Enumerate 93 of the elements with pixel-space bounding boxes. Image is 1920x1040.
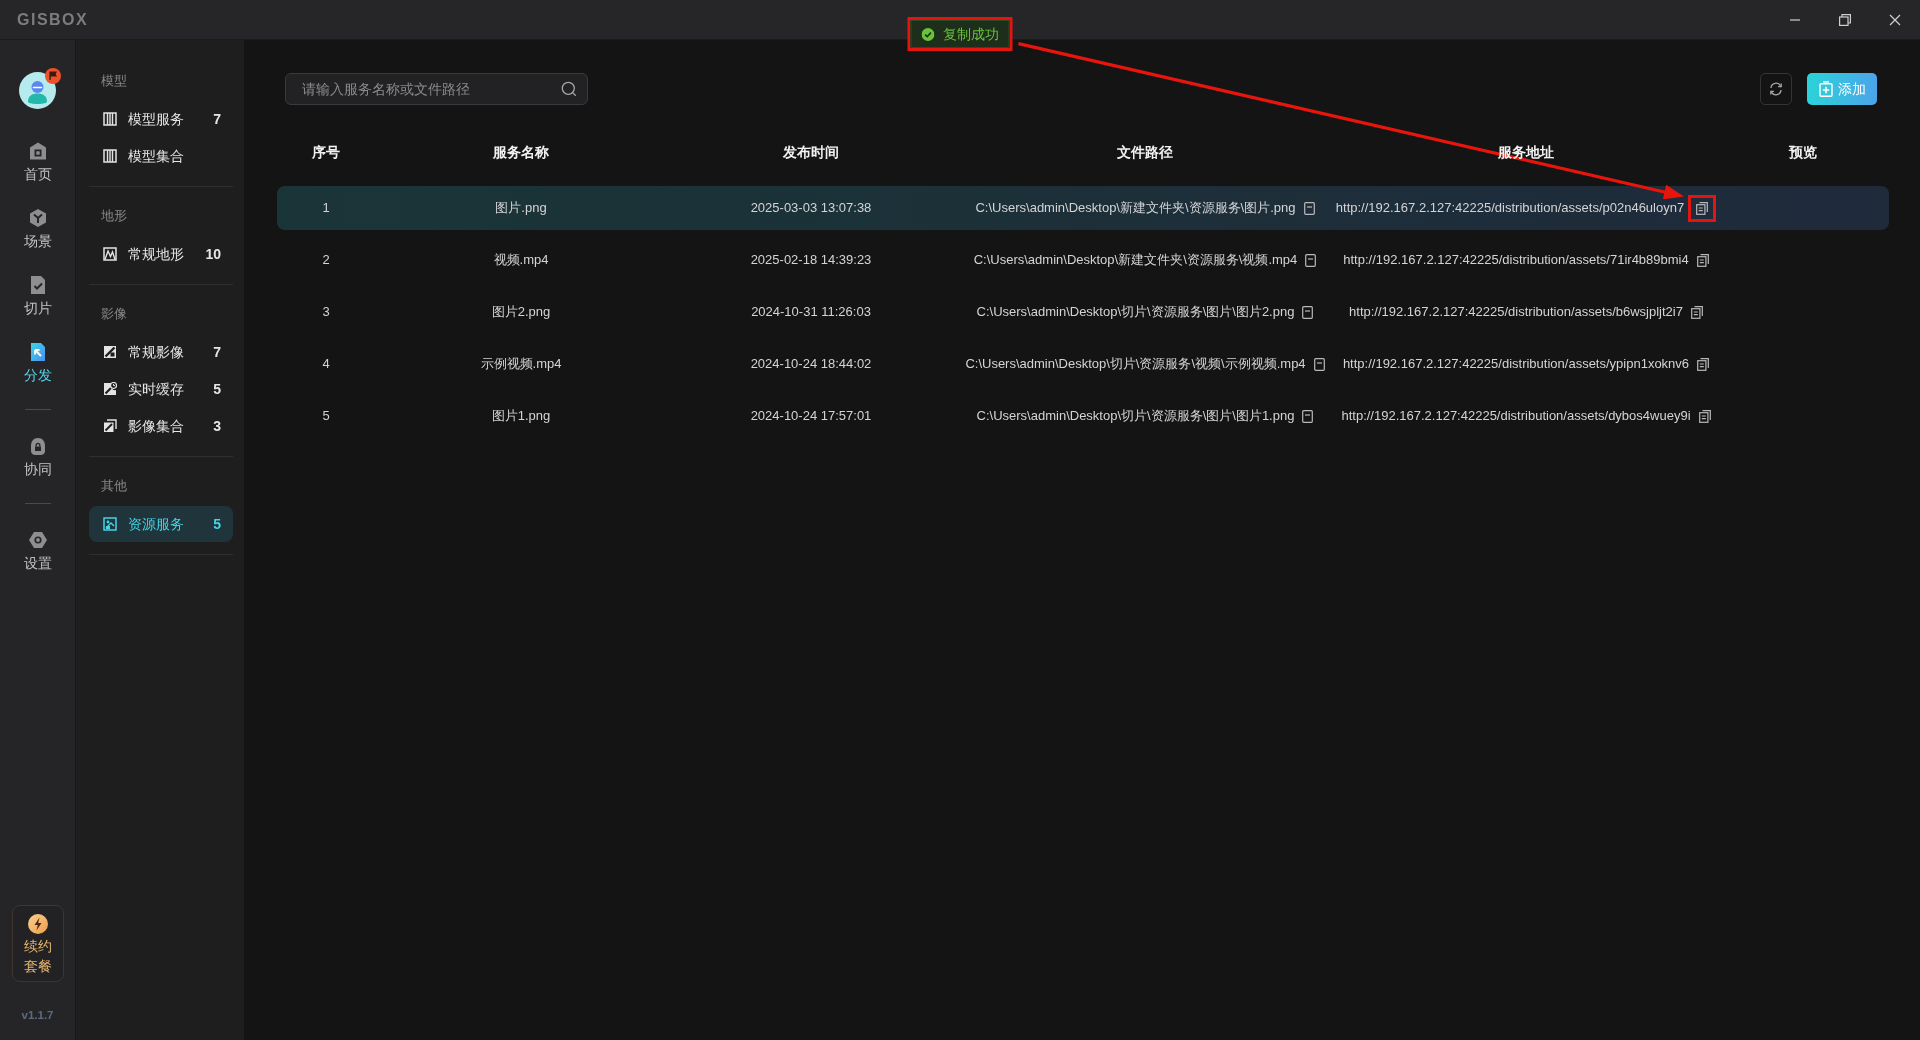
service-name: 图片.png: [495, 199, 547, 218]
item-count: 7: [213, 342, 221, 362]
item-count: 7: [213, 109, 221, 129]
row-number: 2: [322, 251, 330, 270]
item-count: 5: [213, 514, 221, 534]
app-logo: GISBOX: [17, 9, 89, 30]
item-count: 10: [205, 244, 221, 264]
sidebar-item[interactable]: 实时缓存 5: [89, 371, 233, 407]
service-url: http://192.167.2.127:42225/distribution/assets/ypipn1xoknv6: [1342, 355, 1690, 374]
publish-time: 2025-03-03 13:07:38: [750, 199, 872, 218]
file-path: C:\Users\admin\Desktop\切片\资源服务\图片\图片1.png: [976, 407, 1295, 426]
document-icon[interactable]: [1302, 305, 1314, 319]
publish-time: 2024-10-24 17:57:01: [750, 407, 872, 426]
column-header: 文件路径: [1117, 143, 1173, 162]
home-icon: [27, 141, 48, 161]
image-icon: [103, 345, 117, 359]
document-icon[interactable]: [1305, 253, 1317, 267]
toast-text: 复制成功: [942, 24, 999, 44]
service-name: 图片1.png: [491, 407, 551, 426]
table-row[interactable]: 3 图片2.png 2024-10-31 11:26:03 C:\Users\admin\Desktop\切片\资源服务\图片\图片2.png http://192.167.2.127:42225/distribution/assets/b6wsjpljt2i7: [277, 290, 1889, 334]
copy-icon[interactable]: [1696, 201, 1709, 215]
row-number: 1: [322, 199, 330, 218]
picture-frame-icon: [103, 517, 117, 531]
rail-nav-item[interactable]: 分发: [7, 342, 68, 385]
publish-time: 2024-10-24 18:44:02: [750, 355, 872, 374]
rail-nav-item[interactable]: 场景: [7, 208, 68, 251]
item-count: 5: [213, 379, 221, 399]
bars-icon: [103, 149, 117, 163]
copy-icon[interactable]: [1697, 357, 1710, 371]
document-icon[interactable]: [1303, 201, 1315, 215]
copy-icon[interactable]: [1698, 409, 1711, 423]
sidebar-item[interactable]: 模型集合: [89, 138, 233, 174]
row-number: 5: [322, 407, 330, 426]
file-path: C:\Users\admin\Desktop\切片\资源服务\视频\示例视频.mp4: [965, 355, 1306, 374]
copy-icon[interactable]: [1696, 253, 1709, 267]
column-header: 序号: [312, 143, 340, 162]
section-title: 模型: [100, 73, 128, 90]
sidebar-item[interactable]: 常规影像 7: [89, 334, 233, 370]
table-row[interactable]: 2 视频.mp4 2025-02-18 14:39:23 C:\Users\admin\Desktop\新建文件夹\资源服务\视频.mp4 http://192.167.2.127:42225/distribution/assets/71ir4b89bmi4: [277, 238, 1889, 282]
stacked-images-icon: [103, 419, 117, 433]
section-title: 影像: [100, 306, 128, 323]
column-header: 服务名称: [493, 143, 549, 162]
table-row[interactable]: 1 图片.png 2025-03-03 13:07:38 C:\Users\admin\Desktop\新建文件夹\资源服务\图片.png http://192.167.2.127:42225/distribution/assets/p02n46uloyn7: [277, 186, 1889, 230]
sidebar-item[interactable]: 资源服务 5: [89, 506, 233, 542]
table-row[interactable]: 4 示例视频.mp4 2024-10-24 18:44:02 C:\Users\admin\Desktop\切片\资源服务\视频\示例视频.mp4 http://192.167.2.127:42225/distribution/assets/ypipn1xoknv6: [277, 342, 1889, 386]
document-icon[interactable]: [1313, 357, 1325, 371]
image-clock-icon: [103, 382, 117, 396]
service-name: 视频.mp4: [493, 251, 549, 270]
rail-nav-item[interactable]: 协同: [7, 436, 68, 479]
table-row[interactable]: 5 图片1.png 2024-10-24 17:57:01 C:\Users\admin\Desktop\切片\资源服务\图片\图片1.png http://192.167.2.127:42225/distribution/assets/dybos4wuey9i: [277, 394, 1889, 438]
restore-icon: [1839, 13, 1851, 26]
rail-nav-item[interactable]: 设置: [7, 530, 68, 573]
service-name: 示例视频.mp4: [480, 355, 562, 374]
row-number: 3: [322, 303, 330, 322]
row-number: 4: [322, 355, 330, 374]
close-icon: [1889, 13, 1901, 26]
item-count: 3: [213, 416, 221, 436]
copy-icon[interactable]: [1690, 305, 1703, 319]
publish-time: 2024-10-31 11:26:03: [751, 303, 871, 322]
sidebar-item[interactable]: 常规地形 10: [89, 236, 233, 272]
lightning-icon: [27, 914, 48, 934]
document-icon[interactable]: [1302, 409, 1314, 423]
section-title: 其他: [100, 478, 128, 495]
refresh-icon: [1769, 82, 1783, 96]
check-circle-icon: [921, 27, 935, 41]
sidebar-item[interactable]: 影像集合 3: [89, 408, 233, 444]
file-path: C:\Users\admin\Desktop\切片\资源服务\图片\图片2.png: [976, 303, 1295, 322]
service-url: http://192.167.2.127:42225/distribution/assets/dybos4wuey9i: [1341, 407, 1691, 426]
sidebar-item[interactable]: 模型服务 7: [89, 101, 233, 137]
section-title: 地形: [100, 208, 128, 225]
file-path: C:\Users\admin\Desktop\新建文件夹\资源服务\图片.png: [975, 199, 1296, 218]
refresh-button[interactable]: [1760, 73, 1792, 105]
search-icon[interactable]: [561, 81, 577, 97]
search-field[interactable]: 请输入服务名称或文件路径: [285, 73, 588, 105]
version-label: v1.1.7: [21, 1008, 54, 1023]
rail-nav-item[interactable]: 首页: [7, 141, 68, 184]
file-path: C:\Users\admin\Desktop\新建文件夹\资源服务\视频.mp4: [973, 251, 1298, 270]
service-name: 图片2.png: [491, 303, 551, 322]
column-header: 预览: [1789, 143, 1817, 162]
clipboard-plus-icon: [1818, 81, 1833, 97]
rail-nav-item[interactable]: 切片: [7, 275, 68, 318]
service-url: http://192.167.2.127:42225/distribution/assets/b6wsjpljt2i7: [1349, 303, 1683, 322]
column-header: 发布时间: [783, 143, 839, 162]
mountain-icon: [103, 247, 117, 261]
cube-icon: [27, 208, 48, 228]
service-url: http://192.167.2.127:42225/distribution/assets/71ir4b89bmi4: [1343, 251, 1689, 270]
service-url: http://192.167.2.127:42225/distribution/assets/p02n46uloyn7: [1335, 199, 1685, 218]
publish-time: 2025-02-18 14:39:23: [750, 251, 872, 270]
avatar-icon[interactable]: [19, 72, 56, 109]
settings-icon: [27, 530, 48, 550]
bars-icon: [103, 112, 117, 126]
flag-icon: [45, 68, 61, 84]
renew-button[interactable]: 续约套餐: [11, 905, 64, 982]
